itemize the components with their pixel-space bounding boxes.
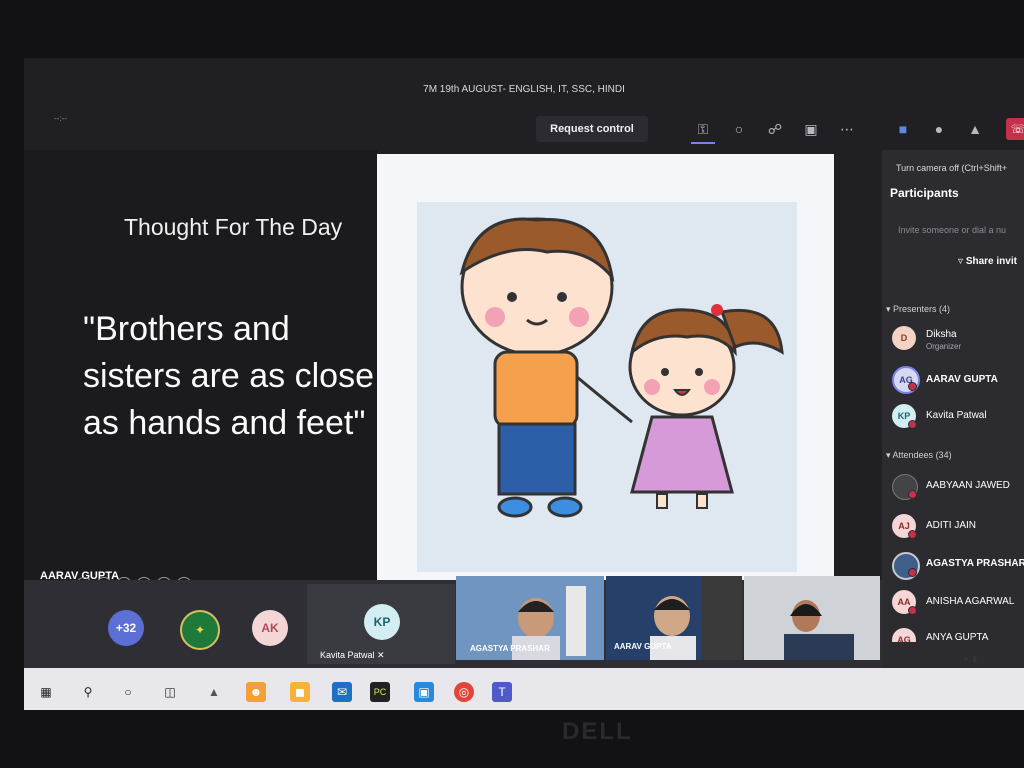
participant-name: ANISHA AGARWAL — [926, 596, 1015, 607]
participant-name: Diksha — [926, 329, 957, 340]
slide-quote: "Brothers and sisters are as close as ha… — [83, 310, 374, 442]
participant-row[interactable]: KP Kavita Patwal — [892, 404, 1024, 434]
invite-input[interactable]: Invite someone or dial a nu — [890, 220, 1024, 240]
school-logo-avatar[interactable]: ✦ — [180, 610, 220, 650]
video-tile-name: Kavita Patwal ✕ — [320, 650, 385, 661]
overflow-participants-button[interactable]: +32 — [108, 610, 144, 646]
mic-muted-indicator — [908, 382, 917, 391]
more-icon[interactable]: ⋯ — [836, 118, 858, 140]
tray-chevron-icon[interactable]: ⌃ — [952, 654, 960, 665]
camera-icon[interactable]: ■ — [892, 118, 914, 140]
pycharm-icon[interactable]: PC — [370, 682, 390, 702]
teams-meeting-window: 7M 19th AUGUST- ENGLISH, IT, SSC, HINDI … — [24, 58, 1024, 710]
hangup-icon[interactable]: ☏ — [1006, 118, 1024, 140]
mic-muted-indicator — [908, 530, 917, 539]
rooms-icon[interactable]: ▣ — [800, 118, 822, 140]
participant-name: ANYA GUPTA — [926, 632, 989, 642]
slide-panel: Thought For The Day "Brothers and sister… — [24, 150, 378, 580]
participant-row[interactable]: AGASTYA PRASHAR — [892, 552, 1024, 582]
illustration-background — [417, 202, 797, 572]
presenters-header[interactable]: ▾ Presenters (4) — [886, 304, 950, 315]
dell-logo: DELL — [562, 718, 633, 745]
video-tile-label: AARAV GUPTA — [614, 642, 672, 651]
app-icon-2[interactable]: ◼ — [290, 682, 310, 702]
kp-name-label: Kavita Patwal — [320, 650, 375, 660]
meeting-timer: --:-- — [54, 114, 67, 123]
avatar: AG — [892, 366, 920, 394]
mic-muted-indicator — [908, 606, 917, 615]
chrome-icon[interactable]: ◎ — [454, 682, 474, 702]
slide-illustration — [377, 154, 834, 582]
participants-title: Participants — [890, 186, 959, 200]
mic-muted-indicator — [908, 420, 917, 429]
windows-icon[interactable]: ▦ — [36, 682, 56, 702]
avatar — [892, 552, 920, 580]
participant-row[interactable]: AA ANISHA AGARWAL — [892, 590, 1024, 620]
participant-row[interactable]: AG ANYA GUPTA — [892, 628, 1024, 642]
participants-icon[interactable]: ⚿ — [692, 118, 714, 140]
attendees-header[interactable]: ▾ Attendees (34) — [886, 450, 952, 461]
tray-app-icon[interactable]: ● — [963, 654, 969, 665]
participant-name: AABYAAN JAWED — [926, 480, 1010, 491]
scratch-icon[interactable]: ☻ — [246, 682, 266, 702]
teams-icon[interactable]: T — [492, 682, 512, 702]
presenters-header-label: Presenters (4) — [893, 304, 951, 314]
camera-tooltip: Turn camera off (Ctrl+Shift+ — [896, 163, 1008, 173]
avatar: AG — [892, 628, 916, 642]
participant-row[interactable]: AABYAAN JAWED — [892, 474, 1024, 504]
share-invite-link[interactable]: ▿ Share invit — [958, 256, 1017, 267]
search-icon[interactable]: ⚲ — [78, 682, 98, 702]
siblings-illustration — [459, 217, 784, 518]
avatar-kp: KP — [364, 604, 400, 640]
participant-name: ADITI JAIN — [926, 520, 977, 531]
participant-name: AARAV GUPTA — [926, 374, 998, 385]
avatar-ak[interactable]: AK — [252, 610, 288, 646]
mic-muted-indicator — [908, 568, 917, 577]
reactions-icon[interactable]: ☍ — [764, 118, 786, 140]
share-icon[interactable]: ▲ — [964, 118, 986, 140]
mic-off-icon: ✕ — [377, 650, 385, 660]
participant-row[interactable]: D Diksha Organizer — [892, 326, 1024, 356]
system-tray[interactable]: ⌃ ● ▮ ♬ — [952, 654, 990, 665]
video-feed-teacher — [744, 576, 880, 660]
attendees-header-label: Attendees (34) — [892, 450, 952, 460]
participant-name: AGASTYA PRASHAR — [926, 558, 1024, 569]
battery-icon[interactable]: ▮ — [972, 654, 978, 665]
request-control-button[interactable]: Request control — [536, 116, 648, 142]
share-invite-label: Share invit — [965, 256, 1017, 267]
mic-muted-indicator — [908, 490, 917, 499]
slide-heading: Thought For The Day — [124, 214, 343, 240]
participant-row[interactable]: AJ ADITI JAIN — [892, 514, 1024, 544]
app-icon[interactable]: ▲ — [204, 682, 224, 702]
video-tile-label: AGASTYA PRASHAR — [470, 644, 550, 653]
meeting-title: 7M 19th AUGUST- ENGLISH, IT, SSC, HINDI — [423, 84, 625, 95]
participants-tab-indicator — [691, 142, 715, 144]
mail-icon[interactable]: ✉ — [332, 682, 352, 702]
video-tile-teacher[interactable] — [744, 576, 880, 660]
cortana-icon[interactable]: ○ — [118, 682, 138, 702]
participant-role: Organizer — [926, 342, 962, 351]
share-icon-small: ▿ — [958, 256, 966, 267]
participant-row[interactable]: AG AARAV GUPTA — [892, 366, 1024, 396]
store-icon[interactable]: ▣ — [414, 682, 434, 702]
volume-icon[interactable]: ♬ — [980, 654, 990, 665]
participant-name: Kavita Patwal — [926, 410, 987, 421]
mic-icon[interactable]: ● — [928, 118, 950, 140]
task-view-icon[interactable]: ◫ — [160, 682, 180, 702]
chat-icon[interactable]: ○ — [728, 118, 750, 140]
avatar: D — [892, 326, 916, 350]
